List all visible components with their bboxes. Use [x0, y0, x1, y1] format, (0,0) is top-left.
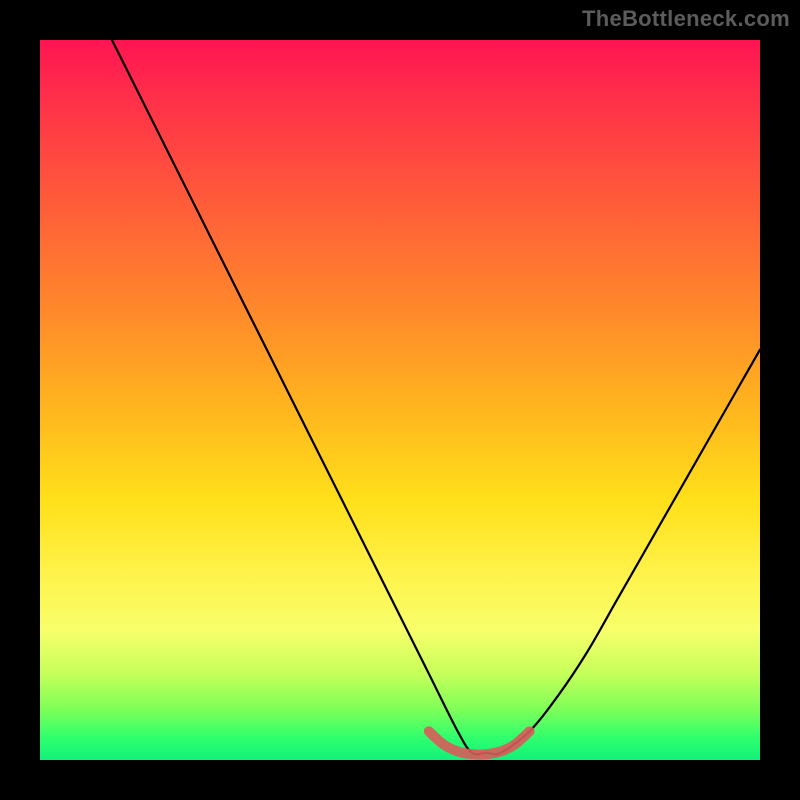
plot-area — [40, 40, 760, 760]
highlight-band-path — [429, 731, 530, 754]
chart-frame: TheBottleneck.com — [0, 0, 800, 800]
watermark-label: TheBottleneck.com — [582, 6, 790, 32]
curve-svg — [40, 40, 760, 760]
main-curve-path — [112, 40, 760, 754]
